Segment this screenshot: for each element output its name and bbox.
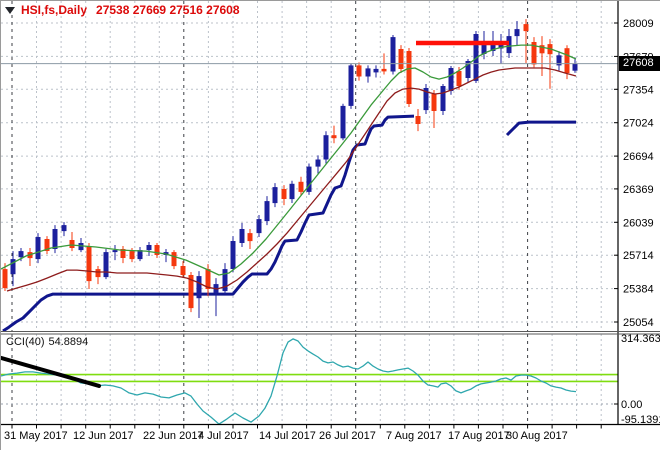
indicator-value-label: 54.8894 [48, 336, 89, 348]
indicator-name-label: CCI(40) [6, 336, 45, 348]
price-axis-label: 27024 [623, 118, 654, 130]
indicator-title: CCI(40) 54.8894 [6, 336, 92, 348]
current-price-tag: 27608 [619, 56, 660, 71]
time-axis[interactable]: 31 May 2017 12 Jun 2017 22 Jun 20174 Jul 2… [4, 425, 602, 442]
symbol-name-label: HSI,fs,Daily [21, 3, 88, 17]
symbol-ohlc-values: 27538 27669 27516 27608 [96, 3, 240, 17]
symbol-title[interactable]: HSI,fs,Daily 27538 27669 27516 27608 [5, 3, 240, 17]
support-line [2, 114, 576, 332]
price-axis-label: 26694 [623, 151, 654, 163]
time-axis-label: 17 Aug 2017 [448, 430, 510, 442]
price-axis-label: 25384 [623, 284, 654, 296]
cci-level-tag-partial [619, 420, 645, 425]
chart-window: 2800927679273542702426694263692603925714… [0, 0, 660, 450]
price-axis-label: 25714 [623, 250, 654, 262]
cci-level-tag-100: 100 [624, 377, 640, 387]
price-axis-label: 25054 [623, 317, 654, 329]
chart-canvas[interactable]: 2800927679273542702426694263692603925714… [1, 1, 660, 450]
chart-shift-marker-icon[interactable] [5, 7, 15, 14]
time-axis-label: 30 Aug 2017 [506, 430, 568, 442]
time-axis-label: 14 Jul 2017 [259, 430, 316, 442]
price-axis-label: 26039 [623, 217, 654, 229]
price-axis-label: 28009 [623, 18, 654, 30]
price-axis-label: 27354 [623, 84, 654, 96]
price-axis-label: 26369 [623, 184, 654, 196]
time-axis-label: 7 Aug 2017 [386, 430, 442, 442]
ma-slow-line [6, 67, 577, 292]
time-axis-label: 31 May 2017 [4, 430, 68, 442]
price-panel[interactable] [1, 19, 618, 332]
cci-axis-label: 314.3633 [621, 333, 660, 345]
time-axis-label: 12 Jun 2017 [73, 430, 134, 442]
time-axis-label: 4 Jul 2017 [198, 430, 249, 442]
time-axis-label: 26 Jul 2017 [319, 430, 376, 442]
cci-panel[interactable] [1, 338, 618, 424]
cci-axis-label: 0.00 [621, 399, 642, 411]
time-axis-label: 22 Jun 2017 [143, 430, 204, 442]
grid-lines [1, 1, 618, 424]
